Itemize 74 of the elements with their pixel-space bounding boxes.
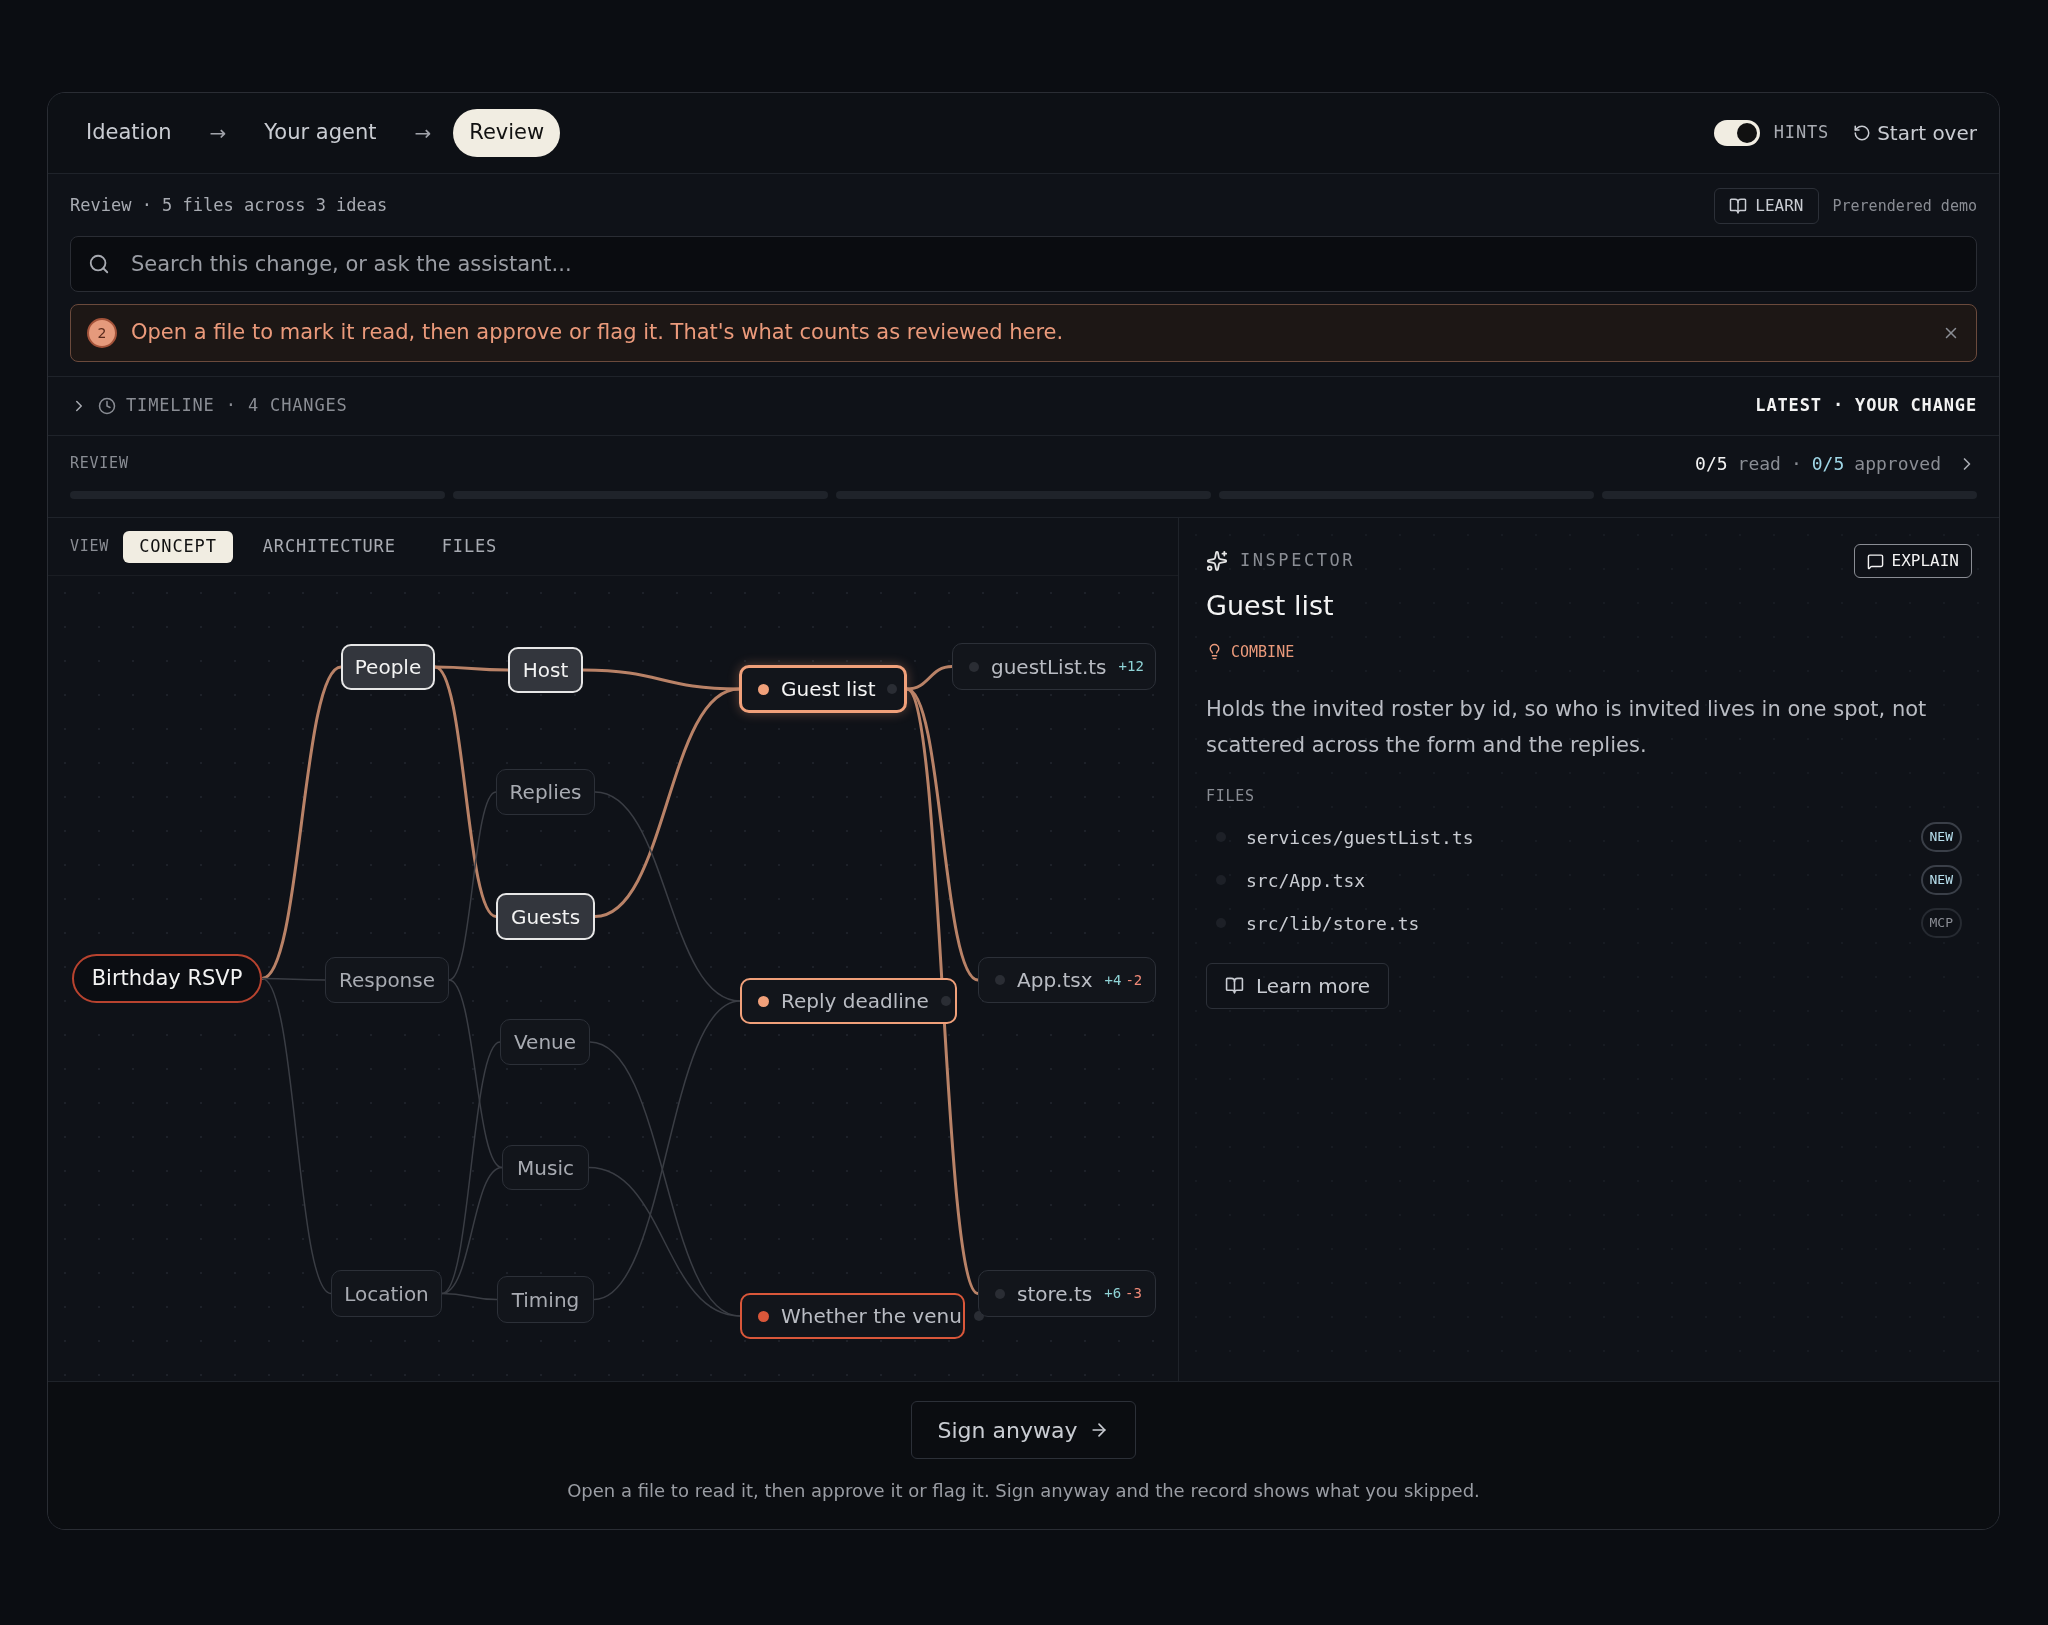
explain-button[interactable]: EXPLAIN: [1853, 544, 1972, 578]
demo-note: Prerendered demo: [1832, 195, 1977, 217]
footer-note: Open a file to read it, then approve it or flag it. Sign anyway and the record shows what you skipped.: [567, 1479, 1480, 1503]
idea-node[interactable]: Guest list: [739, 665, 907, 713]
removed-count: -3: [1125, 1284, 1142, 1303]
graph-node[interactable]: Timing: [497, 1276, 594, 1323]
view-tab[interactable]: FILES: [425, 530, 514, 563]
file-name: guestList.ts: [991, 653, 1107, 681]
arrow-separator: →: [414, 120, 432, 147]
banner-text: Open a file to mark it read, then approve or flag it. That's what counts as reviewed here.: [131, 319, 1064, 347]
chat-icon: [1866, 552, 1884, 570]
read-count: 0/5: [1695, 452, 1728, 476]
graph-node[interactable]: Music: [502, 1145, 589, 1190]
step-tab[interactable]: Your agent: [248, 109, 393, 157]
review-label: REVIEW: [70, 453, 129, 475]
file-path[interactable]: src/App.tsx: [1246, 866, 1366, 894]
search-icon: [88, 253, 110, 275]
step-number: 2: [87, 318, 117, 348]
node-label: Whether the venu: [781, 1303, 962, 1330]
file-path[interactable]: services/guestList.ts: [1246, 823, 1474, 851]
node-label: Reply deadline: [781, 988, 929, 1015]
view-tab[interactable]: CONCEPT: [123, 530, 233, 563]
hints-label: HINTS: [1773, 121, 1830, 145]
graph-node[interactable]: Replies: [496, 769, 595, 815]
sparkle-icon: [1206, 550, 1228, 572]
graph-node[interactable]: Response: [325, 957, 449, 1003]
view-tab[interactable]: ARCHITECTURE: [246, 530, 412, 563]
read-label: read: [1737, 452, 1781, 476]
added-count: +12: [1118, 657, 1144, 676]
summary-text: Review · 5 files across 3 ideas: [70, 194, 388, 218]
approved-label: approved: [1854, 452, 1941, 476]
search-field[interactable]: Search this change, or ask the assistant...: [70, 236, 1977, 292]
removed-count: -2: [1125, 970, 1143, 990]
approved-count: 0/5: [1811, 452, 1845, 476]
file-node[interactable]: App.tsx +4 -2: [978, 957, 1156, 1003]
added-count: +6: [1104, 1284, 1122, 1303]
step-tab[interactable]: Ideation: [70, 109, 188, 157]
hints-toggle[interactable]: [1713, 120, 1760, 146]
book-icon: [1225, 976, 1244, 995]
file-name: App.tsx: [1017, 967, 1093, 994]
reset-icon: [1853, 124, 1872, 142]
inspector-label: INSPECTOR: [1240, 549, 1356, 573]
sign-anyway-button[interactable]: Sign anyway: [910, 1401, 1137, 1459]
start-over-button[interactable]: Start over: [1853, 118, 1977, 148]
file-path[interactable]: src/lib/store.ts: [1246, 909, 1420, 937]
separator-dot: ·: [1790, 452, 1802, 476]
file-node[interactable]: store.ts +6 -3: [978, 1270, 1156, 1317]
inspector-title: Guest list: [1206, 589, 1335, 623]
added-count: +4: [1104, 970, 1122, 990]
learn-button[interactable]: LEARN: [1714, 188, 1819, 224]
graph-node[interactable]: Birthday RSVP: [72, 954, 262, 1003]
step-tab[interactable]: Review: [453, 109, 561, 157]
graph-node[interactable]: Host: [508, 647, 583, 693]
node-label: Guest list: [781, 676, 876, 703]
file-name: store.ts: [1017, 1280, 1093, 1308]
latest-label: LATEST · YOUR CHANGE: [1755, 394, 1977, 418]
graph-node[interactable]: People: [341, 644, 435, 690]
idea-tag: COMBINE: [1231, 640, 1295, 663]
learn-more-button[interactable]: Learn more: [1206, 962, 1390, 1009]
timeline-label: TIMELINE · 4 CHANGES: [126, 394, 348, 418]
view-label: VIEW: [70, 536, 110, 558]
graph-node[interactable]: Location: [331, 1270, 442, 1317]
file-badge: MCP: [1920, 908, 1962, 938]
file-badge: NEW: [1920, 865, 1962, 895]
graph-node[interactable]: Guests: [496, 893, 595, 940]
clock-icon: [98, 397, 116, 415]
idea-node[interactable]: Reply deadline: [740, 978, 957, 1024]
book-icon: [1729, 197, 1748, 215]
files-label: FILES: [1206, 786, 1256, 807]
inspector-description: Holds the invited roster by id, so who is invited lives in one spot, not scattered across the form and the replies.: [1206, 696, 1928, 759]
file-badge: NEW: [1920, 822, 1962, 852]
file-node[interactable]: guestList.ts +12: [952, 643, 1156, 690]
graph-node[interactable]: Venue: [500, 1019, 590, 1065]
arrow-separator: →: [209, 120, 227, 147]
